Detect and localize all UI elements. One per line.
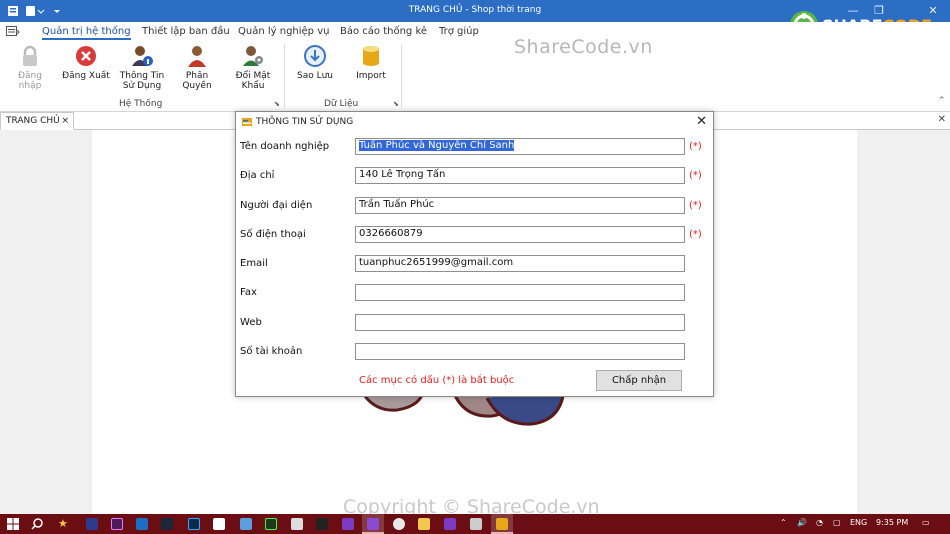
required-mark: (*) xyxy=(689,170,702,181)
tray-chevron-icon[interactable]: ⌃ xyxy=(780,518,787,527)
taskbar-app-icon[interactable] xyxy=(86,518,98,530)
label-ten-doanh-nghiep: Tên doanh nghiệp xyxy=(240,141,330,152)
so-tai-khoan-input[interactable] xyxy=(355,343,685,360)
permission-button[interactable]: Phân Quyền xyxy=(172,44,222,91)
form-icon xyxy=(242,118,252,126)
accept-button[interactable]: Chấp nhận xyxy=(596,370,682,391)
dialog-titlebar: THÔNG TIN SỬ DỤNG ✕ xyxy=(236,112,713,132)
database-icon xyxy=(359,44,383,68)
wifi-icon[interactable]: ◔ xyxy=(816,518,823,527)
menu-tro-giup[interactable]: Trợ giúp xyxy=(439,26,479,37)
ribbon: Đăng nhập Đăng Xuất Thông Tin Sử Dụng Ph… xyxy=(0,42,950,112)
change-password-label: Đổi Mật Khẩu xyxy=(235,71,271,91)
group-launcher-icon[interactable]: ⬊ xyxy=(393,100,399,108)
email-input[interactable]: tuanphuc2651999@gmail.com xyxy=(355,255,685,272)
menu-bao-cao-thong-ke[interactable]: Báo cáo thống kê xyxy=(340,26,427,37)
taskbar-app-icon[interactable] xyxy=(213,518,225,530)
label-so-dien-thoai: Số điện thoại xyxy=(240,229,306,240)
tab-trang-chu-label: TRANG CHỦ xyxy=(6,116,60,126)
visual-studio-icon[interactable] xyxy=(342,518,354,530)
clock[interactable]: 9:35 PM xyxy=(876,518,908,527)
ten-doanh-nghiep-input[interactable]: Tuấn Phúc và Nguyễn Chí Sanh xyxy=(355,138,685,155)
file-menu-icon[interactable] xyxy=(6,26,20,40)
login-button[interactable]: Đăng nhập xyxy=(6,44,54,91)
notification-badge-icon[interactable]: ▢ xyxy=(833,518,841,527)
language-indicator[interactable]: ENG xyxy=(850,518,867,527)
user-info-label: Thông Tin Sử Dụng xyxy=(119,71,165,91)
collapse-ribbon-icon[interactable]: ⌃ xyxy=(938,96,946,106)
windows-taskbar: ★ ⌃ 🔊 ◔ ▢ ENG 9:35 PM ▭ xyxy=(0,514,950,534)
menu-thiet-lap-ban-dau[interactable]: Thiết lập ban đầu xyxy=(142,26,230,37)
change-password-button[interactable]: Đổi Mật Khẩu xyxy=(230,44,276,91)
logout-icon xyxy=(74,44,98,68)
close-icon[interactable]: ✕ xyxy=(696,114,707,129)
backup-button[interactable]: Sao Lưu xyxy=(293,44,337,81)
user-info-icon xyxy=(130,44,154,68)
premiere-icon[interactable] xyxy=(111,518,123,530)
label-fax: Fax xyxy=(240,287,257,298)
nguoi-dai-dien-input[interactable]: Trần Tuấn Phúc xyxy=(355,197,685,214)
user-permission-icon xyxy=(185,44,209,68)
taskbar-app-icon[interactable] xyxy=(316,518,328,530)
steam-icon[interactable] xyxy=(161,518,173,530)
required-mark: (*) xyxy=(689,141,702,152)
logout-button[interactable]: Đăng Xuất xyxy=(62,44,110,81)
user-info-button[interactable]: Thông Tin Sử Dụng xyxy=(116,44,168,91)
label-dia-chi: Địa chỉ xyxy=(240,170,275,181)
required-note: Các mục có dấu (*) là bắt buộc xyxy=(359,375,515,386)
change-password-icon xyxy=(241,44,265,68)
ten-doanh-nghiep-value: Tuấn Phúc và Nguyễn Chí Sanh xyxy=(359,140,515,151)
menu-bar: Quản trị hệ thống Thiết lập ban đầu Quản… xyxy=(0,22,950,42)
menu-quan-tri-he-thong[interactable]: Quản trị hệ thống xyxy=(42,26,131,40)
required-mark: (*) xyxy=(689,229,702,240)
taskbar-app-icon[interactable] xyxy=(470,518,482,530)
ribbon-separator xyxy=(284,44,285,108)
tab-trang-chu[interactable]: TRANG CHỦ × xyxy=(0,112,74,130)
backup-label: Sao Lưu xyxy=(296,71,334,81)
menu-quan-ly-nghiep-vu[interactable]: Quản lý nghiệp vụ xyxy=(238,26,329,37)
web-input[interactable] xyxy=(355,314,685,331)
action-center-icon[interactable]: ▭ xyxy=(922,518,930,527)
visual-studio-icon[interactable] xyxy=(367,518,379,530)
close-all-tabs-icon[interactable]: ✕ xyxy=(938,114,946,125)
watermark-top: ShareCode.vn xyxy=(514,36,653,58)
required-mark: (*) xyxy=(689,200,702,211)
logout-label: Đăng Xuất xyxy=(62,71,110,81)
group-he-thong-label: Hệ Thống xyxy=(119,99,163,109)
label-nguoi-dai-dien: Người đại diện xyxy=(240,200,313,211)
taskbar-app-icon[interactable] xyxy=(291,518,303,530)
taskbar-app-icon[interactable] xyxy=(240,518,252,530)
label-web: Web xyxy=(240,317,262,328)
photoshop-icon[interactable] xyxy=(188,518,200,530)
start-icon[interactable] xyxy=(7,518,19,530)
volume-icon[interactable]: 🔊 xyxy=(797,518,807,527)
permission-label: Phân Quyền xyxy=(182,71,212,91)
user-info-dialog: THÔNG TIN SỬ DỤNG ✕ Tên doanh nghiệp Tuấ… xyxy=(235,111,714,397)
chrome-icon[interactable] xyxy=(393,518,405,530)
label-email: Email xyxy=(240,258,268,269)
file-explorer-icon[interactable] xyxy=(418,518,430,530)
visual-studio-icon[interactable] xyxy=(444,518,456,530)
dreamweaver-icon[interactable] xyxy=(265,518,277,530)
ribbon-separator xyxy=(401,44,402,108)
fax-input[interactable] xyxy=(355,284,685,301)
tab-close-icon[interactable]: × xyxy=(61,116,69,126)
backup-icon xyxy=(303,44,327,68)
label-so-tai-khoan: Số tài khoản xyxy=(240,346,303,357)
import-label: Import xyxy=(356,71,386,81)
dia-chi-input[interactable]: 140 Lê Trọng Tấn xyxy=(355,167,685,184)
star-app-icon[interactable]: ★ xyxy=(58,518,70,530)
so-dien-thoai-input[interactable]: 0326660879 xyxy=(355,226,685,243)
taskbar-app-icon[interactable] xyxy=(496,518,508,530)
group-launcher-icon[interactable]: ⬊ xyxy=(274,100,280,108)
lock-icon xyxy=(18,44,42,68)
dialog-title: THÔNG TIN SỬ DỤNG xyxy=(256,117,354,127)
group-du-lieu-label: Dữ Liệu xyxy=(324,99,359,109)
taskbar-app-icon[interactable] xyxy=(136,518,148,530)
login-label: Đăng nhập xyxy=(18,71,42,91)
import-button[interactable]: Import xyxy=(350,44,392,81)
search-icon[interactable] xyxy=(31,518,43,530)
